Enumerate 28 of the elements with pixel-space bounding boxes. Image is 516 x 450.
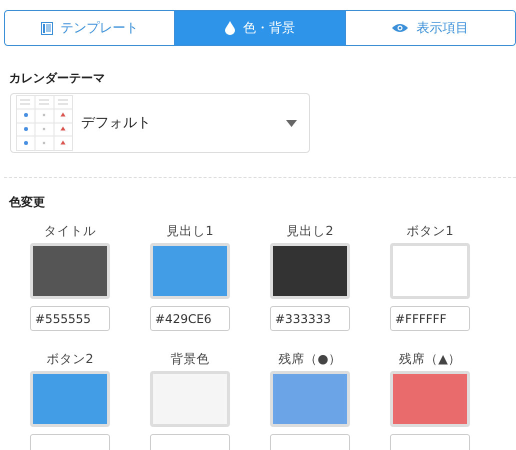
color-swatch[interactable] (150, 243, 230, 299)
drop-icon (224, 21, 235, 35)
color-label: 見出し1 (166, 223, 214, 239)
color-swatch[interactable] (150, 371, 230, 427)
theme-preview-drawing (16, 95, 73, 151)
hex-input-field[interactable]: #FFFFFF (390, 306, 470, 331)
hex-input-field[interactable]: #333333 (270, 306, 350, 331)
color-label: ボタン1 (406, 223, 454, 239)
color-swatch[interactable] (30, 371, 110, 427)
section-heading: 色変更 (9, 194, 46, 211)
hex-input-field[interactable]: #429CE6 (150, 306, 230, 331)
color-label: 背景色 (170, 351, 210, 367)
color-swatch[interactable] (270, 371, 350, 427)
list-icon (40, 22, 53, 34)
color-swatch[interactable] (270, 243, 350, 299)
eye-icon (392, 23, 408, 33)
color-label: ボタン2 (46, 351, 94, 367)
hex-input-field[interactable]: #555555 (30, 306, 110, 331)
color-label: 見出し2 (286, 223, 334, 239)
color-label: 残席（●） (278, 351, 342, 367)
caret-icon (286, 120, 297, 126)
color-label: 残席（▲） (399, 351, 461, 367)
color-swatch[interactable] (390, 243, 470, 299)
section-label: カレンダーテーマ (9, 70, 106, 87)
color-swatch[interactable] (390, 371, 470, 427)
color-label: タイトル (44, 223, 96, 239)
theme-dropdown[interactable]: デフォルト (10, 93, 310, 153)
color-swatch[interactable] (30, 243, 110, 299)
